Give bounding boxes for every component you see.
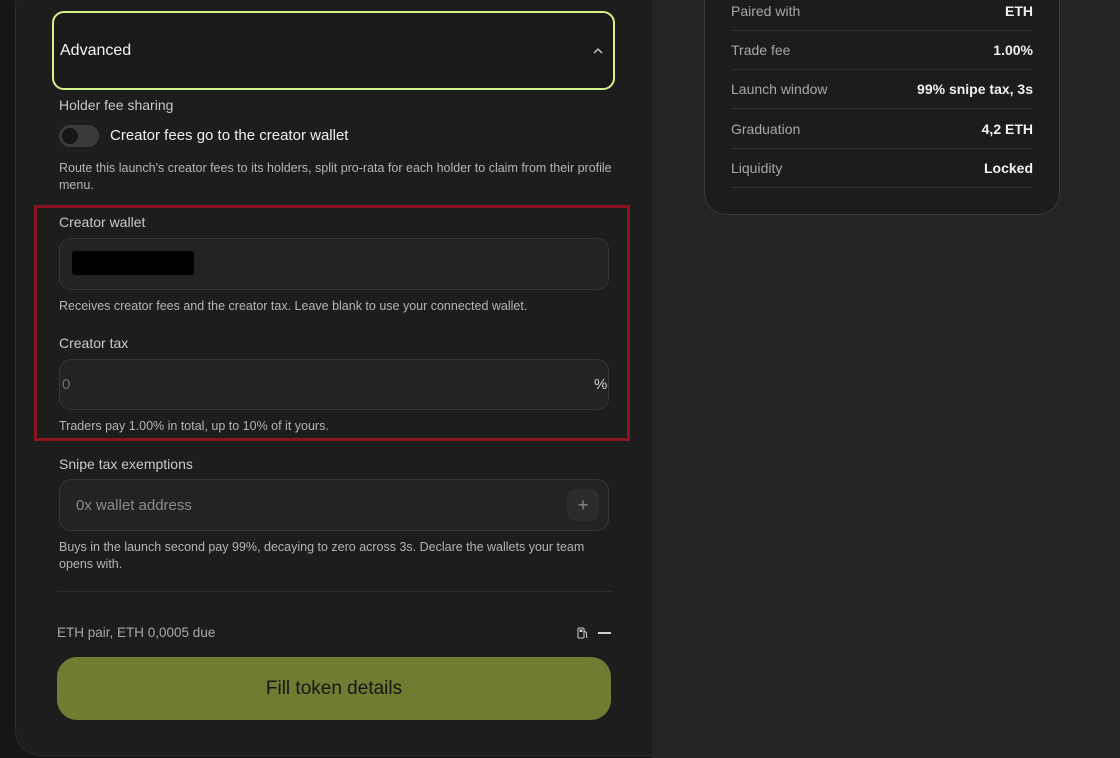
holder-fee-toggle-label: Creator fees go to the creator wallet bbox=[110, 127, 349, 144]
redacted-wallet-address bbox=[72, 251, 194, 275]
gas-pump-icon bbox=[577, 626, 589, 639]
creator-tax-help: Traders pay 1.00% in total, up to 10% of… bbox=[59, 419, 329, 433]
summary-value: ETH bbox=[1005, 2, 1033, 19]
divider bbox=[57, 591, 611, 592]
snipe-wallet-placeholder: 0x wallet address bbox=[76, 497, 192, 514]
snipe-tax-label: Snipe tax exemptions bbox=[59, 456, 193, 472]
snipe-tax-help: Buys in the launch second pay 99%, decay… bbox=[59, 540, 585, 571]
summary-row-paired: Paired with ETH bbox=[731, 0, 1033, 31]
chevron-up-icon bbox=[591, 44, 605, 58]
toggle-knob bbox=[62, 128, 78, 144]
minus-icon[interactable] bbox=[598, 632, 611, 634]
summary-row-graduation: Graduation 4,2 ETH bbox=[731, 109, 1033, 149]
percent-suffix: % bbox=[594, 376, 608, 393]
summary-label: Paired with bbox=[731, 2, 801, 19]
summary-row-launch-window: Launch window 99% snipe tax, 3s bbox=[731, 69, 1033, 109]
summary-row-liquidity: Liquidity Locked bbox=[731, 148, 1033, 188]
creator-wallet-label: Creator wallet bbox=[59, 214, 146, 230]
advanced-accordion-header[interactable]: Advanced bbox=[52, 11, 615, 90]
summary-value: 99% snipe tax, 3s bbox=[917, 80, 1033, 97]
summary-value: Locked bbox=[983, 159, 1033, 176]
summary-label: Liquidity bbox=[731, 159, 783, 176]
add-wallet-button[interactable]: + bbox=[567, 489, 599, 521]
creator-tax-label: Creator tax bbox=[59, 335, 129, 351]
summary-value: 4,2 ETH bbox=[981, 120, 1033, 137]
summary-label: Trade fee bbox=[731, 41, 791, 58]
holder-fee-label: Holder fee sharing bbox=[59, 97, 174, 113]
holder-fee-help: Route this launch's creator fees to its … bbox=[59, 161, 612, 192]
creator-tax-input[interactable] bbox=[59, 359, 609, 410]
fill-token-details-button[interactable]: Fill token details bbox=[57, 657, 611, 720]
summary-label: Launch window bbox=[731, 80, 828, 97]
summary-label: Graduation bbox=[731, 120, 801, 137]
cost-summary: ETH pair, ETH 0,0005 due bbox=[57, 625, 216, 640]
advanced-title: Advanced bbox=[60, 41, 132, 59]
summary-row-trade-fee: Trade fee 1.00% bbox=[731, 30, 1033, 70]
creator-wallet-help: Receives creator fees and the creator ta… bbox=[59, 299, 528, 313]
summary-value: 1.00% bbox=[993, 41, 1033, 58]
creator-tax-placeholder: 0 bbox=[62, 376, 71, 393]
holder-fee-toggle[interactable] bbox=[59, 125, 99, 147]
